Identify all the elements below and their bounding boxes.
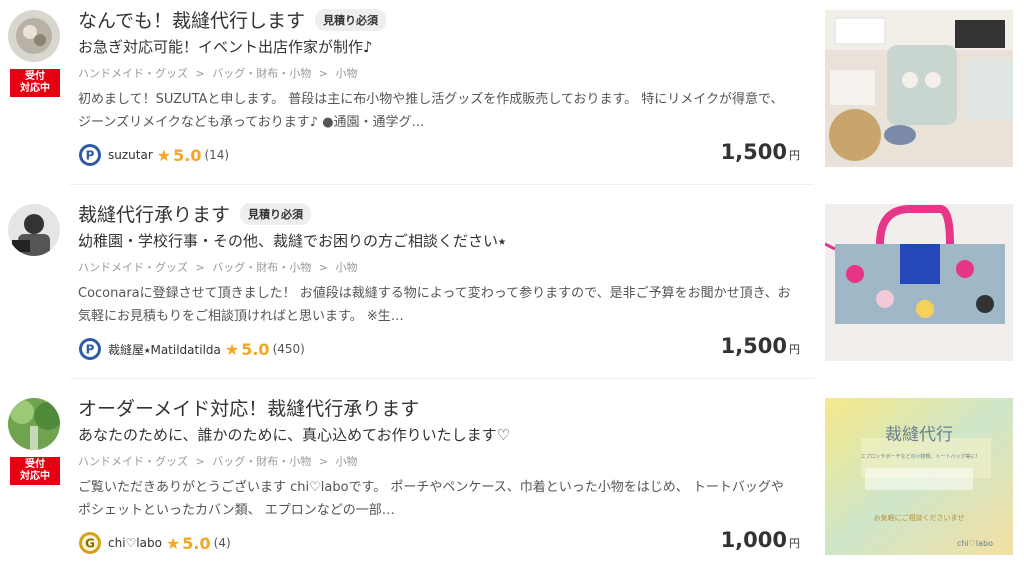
- review-count: (450): [272, 342, 305, 356]
- seller-name[interactable]: chi♡labo: [108, 536, 162, 550]
- service-list: 受付 対応中 なんでも！裁縫代行します 見積り必須 お急ぎ対応可能！イベント出店作…: [0, 0, 1024, 555]
- breadcrumb-item[interactable]: 小物: [335, 67, 357, 80]
- seller-info: G chi♡labo ★ 5.0 (4): [78, 531, 231, 555]
- price-value: 1,000: [720, 528, 787, 552]
- price: 1,500 円: [721, 140, 800, 164]
- thumbnail-heading: 裁縫代行: [885, 425, 953, 445]
- price: 1,000 円: [721, 528, 800, 552]
- breadcrumb-item[interactable]: バッグ・財布・小物: [212, 67, 311, 80]
- listing-thumbnail[interactable]: [825, 10, 1013, 167]
- avatar[interactable]: [8, 204, 60, 256]
- breadcrumb: ハンドメイド・グッズ > バッグ・財布・小物 > 小物: [78, 259, 361, 275]
- svg-text:P: P: [86, 149, 95, 163]
- listing-card[interactable]: 裁縫代行承ります 見積り必須 幼稚園・学校行事・その他、裁縫でお困りの方ご相談く…: [0, 194, 1024, 379]
- price: 1,500 円: [721, 334, 800, 358]
- seller-name[interactable]: suzutar: [108, 148, 153, 162]
- price-value: 1,500: [720, 140, 787, 164]
- price-value: 1,500: [720, 334, 787, 358]
- platinum-rank-icon: P: [79, 338, 101, 360]
- breadcrumb-separator: >: [195, 261, 205, 274]
- seller-info: P 裁縫屋⭑Matildatilda ★ 5.0 (450): [78, 337, 305, 361]
- breadcrumb: ハンドメイド・グッズ > バッグ・財布・小物 > 小物: [78, 65, 361, 81]
- seller-info: P suzutar ★ 5.0 (14): [78, 143, 229, 167]
- listing-thumbnail[interactable]: [825, 204, 1013, 361]
- svg-text:G: G: [85, 537, 95, 551]
- breadcrumb-item[interactable]: 小物: [335, 455, 357, 468]
- breadcrumb-separator: >: [318, 455, 328, 468]
- breadcrumb-separator: >: [318, 67, 328, 80]
- price-unit: 円: [789, 343, 800, 356]
- breadcrumb-separator: >: [195, 455, 205, 468]
- thumbnail-brand: chi♡labo: [957, 539, 993, 548]
- gold-rank-icon: G: [79, 532, 101, 554]
- listing-title[interactable]: 裁縫代行承ります: [78, 200, 230, 227]
- listing-card[interactable]: 受付 対応中 なんでも！裁縫代行します 見積り必須 お急ぎ対応可能！イベント出店作…: [0, 0, 1024, 185]
- platinum-rank-icon: P: [79, 144, 101, 166]
- accepting-badge: 受付 対応中: [10, 69, 60, 97]
- quote-required-tag: 見積り必須: [315, 8, 387, 31]
- breadcrumb-item[interactable]: ハンドメイド・グッズ: [78, 455, 188, 468]
- divider: [70, 184, 814, 185]
- thumbnail-footer: お気軽にご相談くださいませ: [874, 513, 965, 522]
- breadcrumb-item[interactable]: 小物: [335, 261, 357, 274]
- svg-text:P: P: [86, 343, 95, 357]
- divider: [70, 378, 814, 379]
- listing-thumbnail[interactable]: 裁縫代行 エプロンやポーチなどの小物類、トートバッグ等に! お気軽にご相談くださ…: [825, 398, 1013, 555]
- review-count: (14): [204, 148, 230, 162]
- price-unit: 円: [789, 149, 800, 162]
- breadcrumb-item[interactable]: バッグ・財布・小物: [212, 261, 311, 274]
- listing-description: Coconaraに登録させて頂きました！ お値段は裁縫する物によって変わって参り…: [78, 286, 791, 324]
- avatar[interactable]: [8, 10, 60, 62]
- listing-subtitle: 幼稚園・学校行事・その他、裁縫でお困りの方ご相談ください⭑: [78, 232, 507, 250]
- rating-value: 5.0: [182, 533, 211, 553]
- breadcrumb-item[interactable]: ハンドメイド・グッズ: [78, 261, 188, 274]
- listing-subtitle: お急ぎ対応可能！イベント出店作家が制作♪: [78, 38, 373, 56]
- breadcrumb-separator: >: [195, 67, 205, 80]
- star-icon: ★: [224, 339, 240, 359]
- listing-description: 初めまして！SUZUTAと申します。 普段は主に布小物や推し活グッズを作成販売し…: [78, 92, 784, 130]
- listing-card[interactable]: 受付 対応中 オーダーメイド対応！裁縫代行承ります あなたのために、誰かのために、…: [0, 388, 1024, 573]
- avatar[interactable]: [8, 398, 60, 450]
- rating-value: 5.0: [173, 145, 202, 165]
- listing-title[interactable]: オーダーメイド対応！裁縫代行承ります: [78, 394, 419, 421]
- listing-description: ご覧いただきありがとうございます chi♡laboです。 ポーチやペンケース、巾…: [78, 480, 784, 518]
- breadcrumb-item[interactable]: ハンドメイド・グッズ: [78, 67, 188, 80]
- breadcrumb-item[interactable]: バッグ・財布・小物: [212, 455, 311, 468]
- listing-title[interactable]: なんでも！裁縫代行します: [78, 6, 305, 33]
- review-count: (4): [213, 536, 231, 550]
- star-icon: ★: [165, 533, 181, 553]
- price-unit: 円: [789, 537, 800, 550]
- quote-required-tag: 見積り必須: [240, 202, 312, 225]
- thumbnail-subtext: エプロンやポーチなどの小物類、トートバッグ等に!: [860, 453, 977, 460]
- accepting-badge: 受付 対応中: [10, 457, 60, 485]
- star-icon: ★: [156, 145, 172, 165]
- breadcrumb: ハンドメイド・グッズ > バッグ・財布・小物 > 小物: [78, 453, 361, 469]
- breadcrumb-separator: >: [318, 261, 328, 274]
- rating-value: 5.0: [241, 339, 270, 359]
- listing-subtitle: あなたのために、誰かのために、真心込めてお作りいたします♡: [78, 426, 511, 444]
- seller-name[interactable]: 裁縫屋⭑Matildatilda: [108, 341, 221, 358]
